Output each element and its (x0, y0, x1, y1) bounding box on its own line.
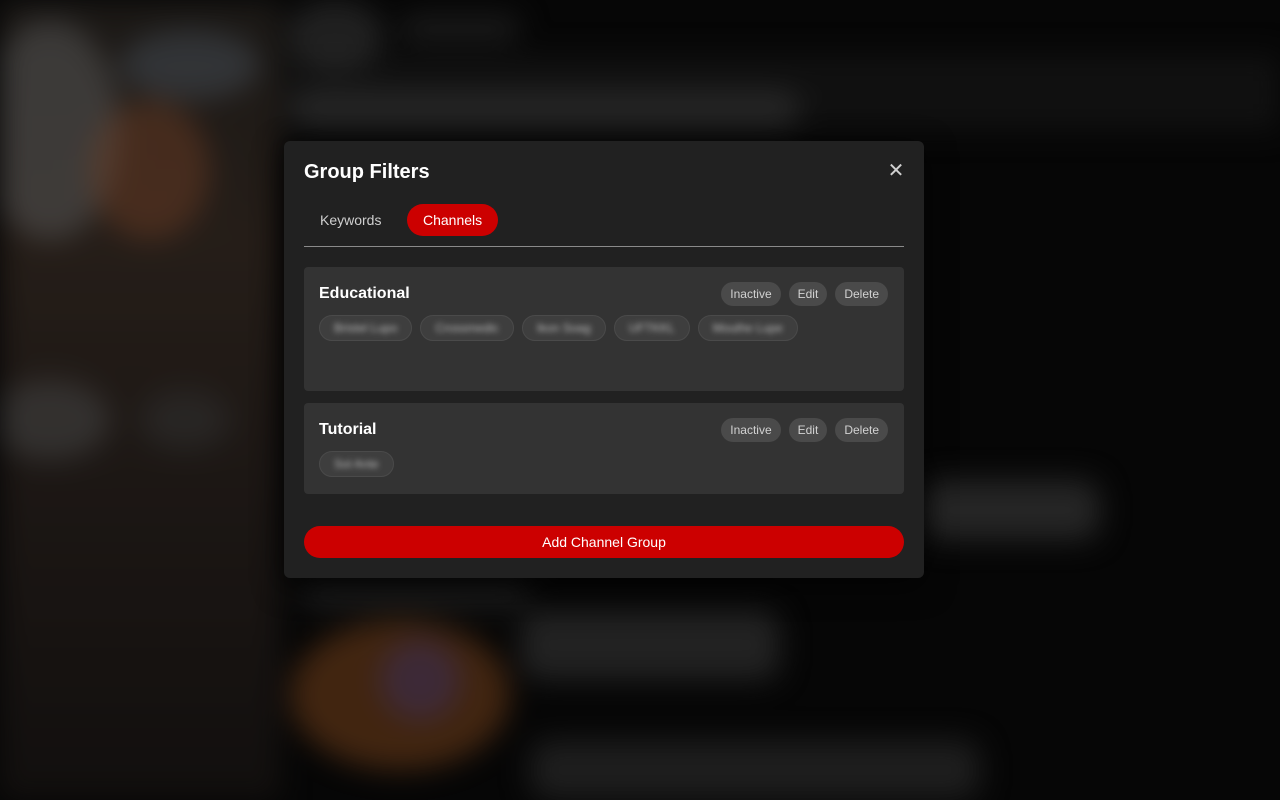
channel-chip: Mouthe Lupe (697, 315, 798, 341)
group-actions: Inactive Edit Delete (721, 418, 888, 442)
channel-chip-label: Mouthe Lupe (712, 321, 783, 335)
channel-chip-label: UFTKKL (628, 321, 675, 335)
channel-chip-label: Bristel Lupo (334, 321, 398, 335)
group-actions: Inactive Edit Delete (721, 282, 888, 306)
inactive-toggle-button[interactable]: Inactive (721, 282, 781, 306)
channel-group-card: Educational Inactive Edit Delete Bristel… (304, 267, 904, 391)
channel-group-card: Tutorial Inactive Edit Delete Sol Ante (304, 403, 904, 494)
group-name: Educational (319, 285, 410, 302)
modal-title: Group Filters (304, 161, 430, 183)
channel-chip: Crossmedic (420, 315, 514, 341)
edit-button[interactable]: Edit (788, 418, 828, 442)
channel-chip: Bristel Lupo (319, 315, 413, 341)
group-filters-modal: Group Filters ✕ Keywords Channels Educat… (284, 141, 924, 578)
channel-chip-label: Crossmedic (435, 321, 499, 335)
close-icon[interactable]: ✕ (886, 161, 906, 181)
edit-button[interactable]: Edit (788, 282, 828, 306)
delete-button[interactable]: Delete (835, 418, 888, 442)
add-channel-group-button[interactable]: Add Channel Group (304, 526, 904, 558)
channel-chip-label: Sol Ante (334, 457, 379, 471)
tab-keywords[interactable]: Keywords (304, 204, 397, 236)
inactive-toggle-button[interactable]: Inactive (721, 418, 781, 442)
tab-channels[interactable]: Channels (407, 204, 499, 236)
channel-chip: UFTKKL (613, 315, 690, 341)
channel-chip-label: Ikon Soag (536, 321, 591, 335)
channel-chip: Ikon Soag (521, 315, 606, 341)
channel-chip-list: Bristel Lupo Crossmedic Ikon Soag UFTKKL… (319, 315, 879, 341)
delete-button[interactable]: Delete (835, 282, 888, 306)
tab-bar: Keywords Channels (304, 203, 904, 247)
channel-chip: Sol Ante (319, 451, 394, 477)
channel-chip-list: Sol Ante (319, 451, 879, 477)
group-name: Tutorial (319, 421, 377, 438)
